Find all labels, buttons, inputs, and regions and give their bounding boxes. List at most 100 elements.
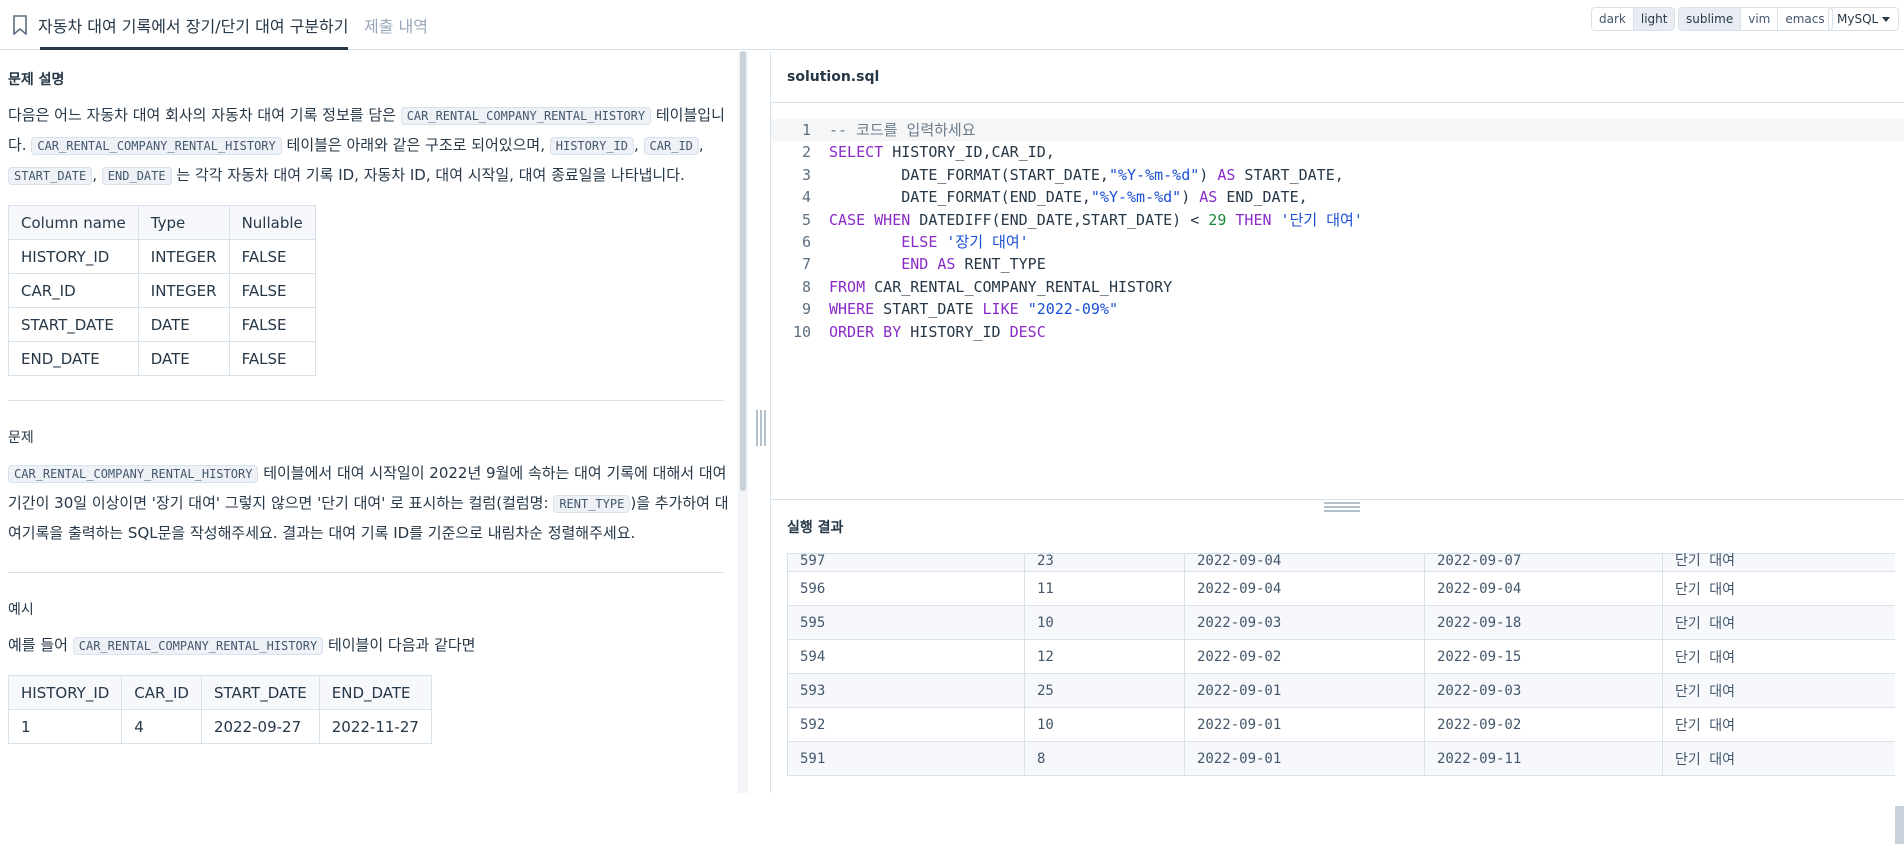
language-select[interactable]: MySQL bbox=[1828, 7, 1900, 31]
code-line[interactable]: 8 FROM CAR_RENTAL_COMPANY_RENTAL_HISTORY bbox=[771, 276, 1904, 298]
text: , bbox=[698, 136, 704, 154]
text: , bbox=[92, 166, 102, 184]
theme-toggle: dark light bbox=[1591, 7, 1676, 31]
section-heading-description: 문제 설명 bbox=[8, 72, 65, 88]
bookmark-icon[interactable] bbox=[12, 15, 28, 35]
table-row: 592 10 2022-09-01 2022-09-02 단기 대여 bbox=[787, 707, 1895, 742]
table-cell: DATE bbox=[137, 341, 230, 376]
table-cell: CAR_ID bbox=[8, 273, 139, 308]
top-bar: 자동차 대여 기록에서 장기/단기 대여 구분하기 제출 내역 dark lig… bbox=[0, 0, 1904, 50]
line-number: 1 bbox=[801, 121, 811, 139]
table-cell: FALSE bbox=[228, 273, 316, 308]
line-number: 3 bbox=[801, 165, 811, 184]
inline-code: CAR_RENTAL_COMPANY_RENTAL_HISTORY bbox=[31, 137, 282, 155]
code-line[interactable]: 10 ORDER BY HISTORY_ID DESC bbox=[771, 321, 1904, 343]
table-row: 595 10 2022-09-03 2022-09-18 단기 대여 bbox=[787, 605, 1895, 640]
description-scrollbar-thumb[interactable] bbox=[740, 51, 746, 491]
text: , bbox=[634, 136, 644, 154]
table-row: 593 25 2022-09-01 2022-09-03 단기 대여 bbox=[787, 673, 1895, 708]
table-cell: 4 bbox=[121, 709, 202, 744]
theme-light-button[interactable]: light bbox=[1633, 8, 1675, 30]
code-editor[interactable]: 1 -- 코드를 입력하세요 2 SELECT HISTORY_ID,CAR_ID,… bbox=[771, 119, 1904, 499]
table-cell: 11 bbox=[1024, 571, 1185, 606]
panel-resize-handle[interactable] bbox=[756, 410, 766, 446]
table-cell: 단기 대여 bbox=[1662, 571, 1895, 606]
result-divider bbox=[771, 499, 1904, 500]
inline-code: CAR_ID bbox=[643, 137, 699, 155]
code-line[interactable]: 9 WHERE START_DATE LIKE "2022-09%" bbox=[771, 298, 1904, 320]
table-cell: 8 bbox=[1024, 741, 1185, 776]
table-cell: 25 bbox=[1024, 673, 1185, 708]
text: 다음은 어느 자동차 대여 회사의 자동차 대여 기록 정보를 담은 bbox=[8, 106, 401, 124]
text: 테이블은 아래와 같은 구조로 되어있으며, bbox=[281, 136, 550, 154]
keymap-sublime-button[interactable]: sublime bbox=[1679, 8, 1742, 30]
example-table: HISTORY_ID CAR_ID START_DATE END_DATE 1 … bbox=[7, 675, 432, 744]
code-line[interactable]: 1 -- 코드를 입력하세요 bbox=[771, 119, 1904, 142]
line-number: 4 bbox=[801, 188, 811, 207]
table-row: 596 11 2022-09-04 2022-09-04 단기 대여 bbox=[787, 571, 1895, 606]
theme-dark-button[interactable]: dark bbox=[1592, 8, 1634, 30]
line-number: 7 bbox=[801, 255, 811, 274]
code-line[interactable]: 7 END AS RENT_TYPE bbox=[771, 253, 1904, 275]
code-line[interactable]: 5 CASE WHEN DATEDIFF(END_DATE,START_DATE)… bbox=[771, 209, 1904, 231]
table-cell: 594 bbox=[787, 639, 1025, 674]
inline-code: CAR_RENTAL_COMPANY_RENTAL_HISTORY bbox=[8, 465, 259, 483]
language-label: MySQL bbox=[1837, 12, 1879, 26]
table-header-cell: Column name bbox=[8, 205, 139, 240]
table-header-cell: Nullable bbox=[228, 205, 316, 240]
problem-description-panel: 문제 설명 다음은 어느 자동차 대여 회사의 자동차 대여 기록 정보를 담은… bbox=[0, 51, 738, 793]
table-header-row: HISTORY_ID CAR_ID START_DATE END_DATE bbox=[7, 675, 432, 710]
line-number: 8 bbox=[801, 277, 811, 296]
problem-title: 자동차 대여 기록에서 장기/단기 대여 구분하기 bbox=[38, 17, 349, 36]
table-cell: 2022-09-15 bbox=[1424, 639, 1663, 674]
inline-code: START_DATE bbox=[8, 167, 93, 185]
result-resize-handle[interactable] bbox=[1324, 502, 1360, 512]
tab-problem[interactable]: 자동차 대여 기록에서 장기/단기 대여 구분하기 bbox=[0, 0, 351, 50]
code-line[interactable]: 3 DATE_FORMAT(START_DATE,"%Y-%m-%d") AS … bbox=[771, 164, 1904, 186]
table-row: START_DATE DATE FALSE bbox=[8, 307, 316, 342]
table-cell: 10 bbox=[1024, 605, 1185, 640]
table-row: 591 8 2022-09-01 2022-09-11 단기 대여 bbox=[787, 741, 1895, 776]
table-cell: HISTORY_ID bbox=[8, 239, 139, 274]
result-title: 실행 결과 bbox=[787, 520, 844, 536]
code-line[interactable]: 2 SELECT HISTORY_ID,CAR_ID, bbox=[771, 141, 1904, 163]
table-header-cell: CAR_ID bbox=[121, 675, 202, 710]
keymap-vim-button[interactable]: vim bbox=[1741, 8, 1779, 30]
table-cell: INTEGER bbox=[137, 239, 230, 274]
table-row: CAR_ID INTEGER FALSE bbox=[8, 273, 316, 308]
table-row: 1 4 2022-09-27 2022-11-27 bbox=[7, 709, 432, 744]
table-cell: 591 bbox=[787, 741, 1025, 776]
table-cell: FALSE bbox=[228, 341, 316, 376]
code-line[interactable]: 6 ELSE '장기 대여' bbox=[771, 231, 1904, 253]
table-cell: 12 bbox=[1024, 639, 1185, 674]
keymap-emacs-button[interactable]: emacs bbox=[1778, 8, 1832, 30]
table-cell: 단기 대여 bbox=[1662, 639, 1895, 674]
table-cell: 2022-11-27 bbox=[318, 709, 432, 744]
problem-paragraph: CAR_RENTAL_COMPANY_RENTAL_HISTORY 테이블에서 … bbox=[8, 459, 730, 548]
table-header-cell: START_DATE bbox=[200, 675, 320, 710]
result-scrollbar-thumb[interactable] bbox=[1895, 806, 1904, 844]
table-cell: 2022-09-04 bbox=[1184, 553, 1425, 572]
section-divider bbox=[8, 572, 724, 573]
table-row: 594 12 2022-09-02 2022-09-15 단기 대여 bbox=[787, 639, 1895, 674]
table-cell: 단기 대여 bbox=[1662, 673, 1895, 708]
table-header-cell: HISTORY_ID bbox=[7, 675, 123, 710]
keymap-toggle: sublime vim emacs bbox=[1678, 7, 1833, 31]
table-cell: 2022-09-18 bbox=[1424, 605, 1663, 640]
schema-table: Column name Type Nullable HISTORY_ID INTE… bbox=[8, 205, 316, 376]
table-cell: 2022-09-01 bbox=[1184, 741, 1425, 776]
section-divider bbox=[8, 400, 724, 401]
table-row: END_DATE DATE FALSE bbox=[8, 341, 316, 376]
tab-submissions[interactable]: 제출 내역 bbox=[364, 0, 428, 50]
table-cell: 단기 대여 bbox=[1662, 741, 1895, 776]
description-paragraph: 다음은 어느 자동차 대여 회사의 자동차 대여 기록 정보를 담은 CAR_R… bbox=[8, 101, 730, 191]
table-cell: 10 bbox=[1024, 707, 1185, 742]
table-cell: END_DATE bbox=[8, 341, 139, 376]
table-cell: 593 bbox=[787, 673, 1025, 708]
code-line[interactable]: 4 DATE_FORMAT(END_DATE,"%Y-%m-%d") AS EN… bbox=[771, 186, 1904, 208]
result-table: 597 23 2022-09-04 2022-09-07 단기 대여 596 1… bbox=[787, 553, 1895, 776]
table-cell: FALSE bbox=[228, 307, 316, 342]
table-cell: 2022-09-01 bbox=[1184, 673, 1425, 708]
table-cell: 2022-09-01 bbox=[1184, 707, 1425, 742]
table-cell: INTEGER bbox=[137, 273, 230, 308]
